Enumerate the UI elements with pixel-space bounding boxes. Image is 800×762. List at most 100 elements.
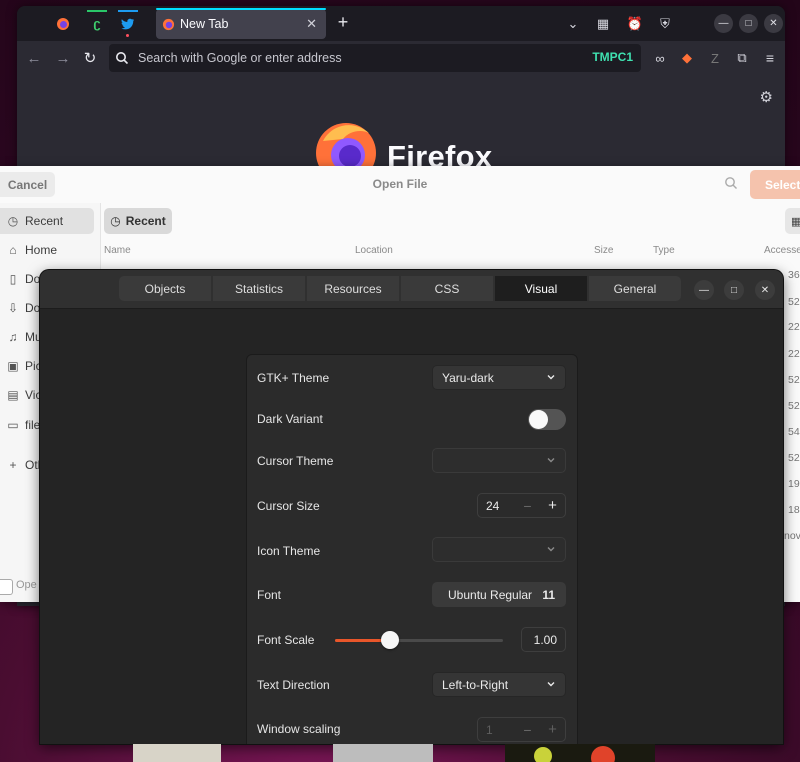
dark-variant-switch[interactable] [528,409,566,430]
tab-statistics[interactable]: Statistics [213,276,305,301]
font-scale-label: Font Scale [257,633,315,647]
visual-settings-panel: GTK+ Theme Yaru-dark Dark Variant Cursor… [246,354,578,744]
switch-knob [529,410,548,429]
container-label[interactable]: TMPC1 [592,50,633,64]
gear-icon[interactable]: ⚙ [760,88,773,106]
home-icon: ⌂ [9,243,17,257]
grid-view-icon: ▦ [791,215,800,228]
tab-objects[interactable]: Objects [119,276,211,301]
icon-theme-dropdown[interactable] [432,537,566,562]
firefox-icon [57,17,69,30]
close-tab-icon[interactable]: ✕ [306,16,317,32]
z-extension-icon[interactable]: Z [705,48,725,68]
column-header-name[interactable]: Name [104,245,131,256]
decrement-icon[interactable]: − [515,494,540,517]
shield-extension-icon[interactable]: ⛨ [655,14,675,34]
font-scale-slider[interactable] [335,631,503,649]
chevron-down-icon[interactable]: ⌄ [563,14,583,34]
tab-title: New Tab [180,17,229,31]
window-scaling-spinbutton[interactable]: 1 − + [477,717,566,742]
increment-icon[interactable]: + [540,718,565,741]
chevron-down-icon [547,375,555,380]
clock-icon: ◷ [7,214,19,228]
alarm-clock-icon[interactable]: ⏰ [625,14,645,34]
close-window-icon[interactable]: ✕ [755,280,775,300]
maximize-icon[interactable]: □ [739,14,758,33]
extensions-grid-icon[interactable]: ▦ [593,14,613,34]
music-icon: ♫ [8,330,18,344]
decrement-icon[interactable]: − [515,718,540,741]
footer-checkbox[interactable] [0,579,13,595]
minimize-icon[interactable]: — [714,14,733,33]
font-chooser-button[interactable]: Ubuntu Regular 11 [432,582,566,607]
text-direction-label: Text Direction [257,678,330,692]
address-input[interactable] [136,50,580,66]
pinned-tab-green[interactable]: ʗ [83,10,111,37]
document-icon: ▯ [9,272,17,286]
search-icon[interactable] [724,176,738,190]
view-toggle-button[interactable]: ▦ [785,208,800,234]
sidebar-item-recent[interactable]: ◷ Recent [0,208,94,234]
cursor-theme-dropdown[interactable] [432,448,566,473]
column-header-location[interactable]: Location [355,245,393,256]
new-tab-button[interactable]: + [333,12,353,33]
picture-icon: ▣ [7,359,19,373]
gtk-theme-label: GTK+ Theme [257,371,330,385]
accessed-fragment: 52 [788,400,800,412]
tab-visual[interactable]: Visual [495,276,587,301]
text-direction-value: Left-to-Right [442,677,509,692]
accessed-fragment: nov [784,530,800,542]
navigation-toolbar: ← → ↻ TMPC1 ∞ ◆ Z ⧉ ≡ [17,41,785,75]
pinned-tab-firefox[interactable] [49,10,77,37]
glasses-extension-icon[interactable]: ∞ [650,48,670,68]
accessed-fragment: 18 [788,504,800,516]
gtk-theme-dropdown[interactable]: Yaru-dark [432,365,566,390]
accessed-fragment: 54 [788,426,800,438]
accessed-fragment: 52 [788,374,800,386]
twitter-bird-icon [121,18,134,29]
tab-new-tab[interactable]: New Tab ✕ [156,8,326,39]
slider-handle[interactable] [381,631,400,649]
font-scale-entry[interactable]: 1.00 [521,627,566,652]
maximize-icon[interactable]: □ [724,280,744,300]
icon-theme-label: Icon Theme [257,544,321,558]
tab-resources[interactable]: Resources [307,276,399,301]
tab-bar: ʗ New Tab ✕ + ⌄ ▦ ⏰ ⛨ — □ ✕ [17,6,785,41]
inspector-tab-strip: Objects Statistics Resources CSS Visual … [119,276,681,302]
cursor-size-spinbutton[interactable]: 24 − + [477,493,566,518]
dark-variant-label: Dark Variant [257,412,323,426]
sidebar-item-label: Home [25,243,58,257]
minimize-icon[interactable]: — [694,280,714,300]
text-direction-dropdown[interactable]: Left-to-Right [432,672,566,697]
puzzle-extension-icon[interactable]: ⧉ [732,48,752,68]
url-bar[interactable]: TMPC1 [109,44,641,72]
hamburger-menu-icon[interactable]: ≡ [760,48,780,68]
close-window-icon[interactable]: ✕ [764,14,783,33]
pinned-tab-twitter[interactable] [114,10,142,37]
accessed-fragment: 19 [788,478,800,490]
column-header-size[interactable]: Size [594,245,613,256]
increment-icon[interactable]: + [540,494,565,517]
select-button[interactable]: Select [750,170,800,199]
forward-icon[interactable]: → [53,48,73,68]
sidebar-item-home[interactable]: ⌂ Home [0,237,100,263]
fox-extension-icon[interactable]: ◆ [677,48,697,68]
tab-css[interactable]: CSS [401,276,493,301]
sidebar-item-label: Vic [25,388,42,402]
location-recent-button[interactable]: ◷ Recent [104,208,172,234]
column-header-type[interactable]: Type [653,245,675,256]
search-icon [116,52,129,65]
accessed-fragment: 52 [788,452,800,464]
tab-general[interactable]: General [589,276,681,301]
back-icon[interactable]: ← [24,48,44,68]
sidebar-item-label: Recent [25,214,64,228]
sidebar-item-label: file [25,418,41,432]
column-header-accessed[interactable]: Accesse [764,245,800,256]
sidebar-item-label: Do [25,272,41,286]
leaf-icon: ʗ [93,16,101,31]
reload-icon[interactable]: ↻ [80,48,100,68]
footer-option-label: Ope [16,579,37,591]
folder-icon: ▭ [7,418,19,432]
accessed-fragment: 22 [788,348,800,360]
cursor-theme-label: Cursor Theme [257,454,334,468]
